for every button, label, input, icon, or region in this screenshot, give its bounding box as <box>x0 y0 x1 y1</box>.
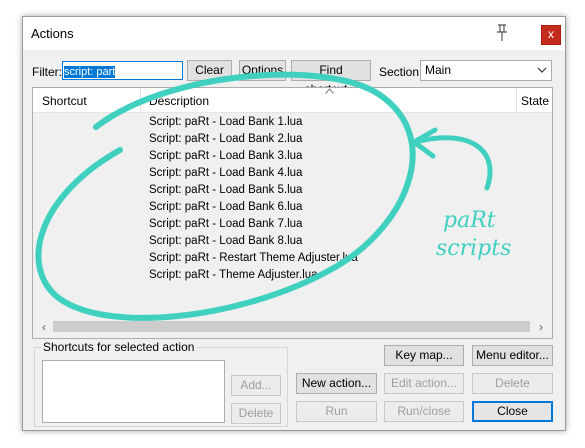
options-button[interactable]: Options <box>239 60 286 81</box>
delete-shortcut-button[interactable]: Delete <box>231 403 281 424</box>
actions-list[interactable]: Shortcut Description State Script: paRt … <box>32 87 553 339</box>
sort-ascending-icon <box>325 88 334 94</box>
list-item[interactable]: Script: paRt - Load Bank 3.lua <box>149 148 358 165</box>
menu-editor-button[interactable]: Menu editor... <box>472 345 553 366</box>
filter-label: Filter: <box>32 65 62 79</box>
list-item[interactable]: Script: paRt - Load Bank 2.lua <box>149 131 358 148</box>
column-state[interactable]: State <box>521 94 549 108</box>
horizontal-scrollbar[interactable]: ‹ › <box>33 316 552 338</box>
close-window-button[interactable]: x <box>541 25 561 45</box>
pin-icon[interactable] <box>494 23 510 43</box>
run-close-button[interactable]: Run/close <box>384 401 464 422</box>
filter-input[interactable]: script: part <box>62 61 183 80</box>
delete-action-button[interactable]: Delete <box>472 373 553 394</box>
list-item[interactable]: Script: paRt - Restart Theme Adjuster.lu… <box>149 250 358 267</box>
list-item[interactable]: Script: paRt - Theme Adjuster.lua <box>149 267 358 284</box>
run-button[interactable]: Run <box>296 401 377 422</box>
new-action-button[interactable]: New action... <box>296 373 377 394</box>
clear-button[interactable]: Clear <box>187 60 232 81</box>
edit-action-button[interactable]: Edit action... <box>384 373 464 394</box>
list-item[interactable]: Script: paRt - Load Bank 7.lua <box>149 216 358 233</box>
list-item[interactable]: Script: paRt - Load Bank 5.lua <box>149 182 358 199</box>
chevron-down-icon <box>537 67 547 73</box>
title-bar: Actions x <box>23 17 565 50</box>
add-shortcut-button[interactable]: Add... <box>231 375 281 396</box>
shortcuts-list[interactable] <box>42 360 225 423</box>
scroll-right-icon[interactable]: › <box>533 319 549 335</box>
find-shortcut-button[interactable]: Find shortcut... <box>291 60 371 96</box>
column-description[interactable]: Description <box>149 94 209 108</box>
list-item[interactable]: Script: paRt - Load Bank 4.lua <box>149 165 358 182</box>
actions-window: Actions x Filter: script: part Clear Opt… <box>22 16 566 431</box>
close-icon: x <box>548 27 554 41</box>
shortcuts-group: Shortcuts for selected action Add... Del… <box>34 340 288 427</box>
column-divider[interactable] <box>516 88 517 112</box>
close-button[interactable]: Close <box>472 401 553 422</box>
list-rows: Script: paRt - Load Bank 1.lua Script: p… <box>149 114 358 284</box>
column-shortcut[interactable]: Shortcut <box>42 94 87 108</box>
column-divider[interactable] <box>140 88 141 112</box>
scrollbar-thumb[interactable] <box>53 321 530 332</box>
scroll-left-icon[interactable]: ‹ <box>36 319 52 335</box>
section-label: Section: <box>379 65 423 79</box>
window-title: Actions <box>31 26 74 41</box>
list-item[interactable]: Script: paRt - Load Bank 1.lua <box>149 114 358 131</box>
key-map-button[interactable]: Key map... <box>384 345 464 366</box>
list-header: Shortcut Description State <box>33 88 552 113</box>
list-item[interactable]: Script: paRt - Load Bank 8.lua <box>149 233 358 250</box>
shortcuts-group-title: Shortcuts for selected action <box>41 340 197 354</box>
section-select[interactable]: Main <box>420 60 552 81</box>
list-item[interactable]: Script: paRt - Load Bank 6.lua <box>149 199 358 216</box>
